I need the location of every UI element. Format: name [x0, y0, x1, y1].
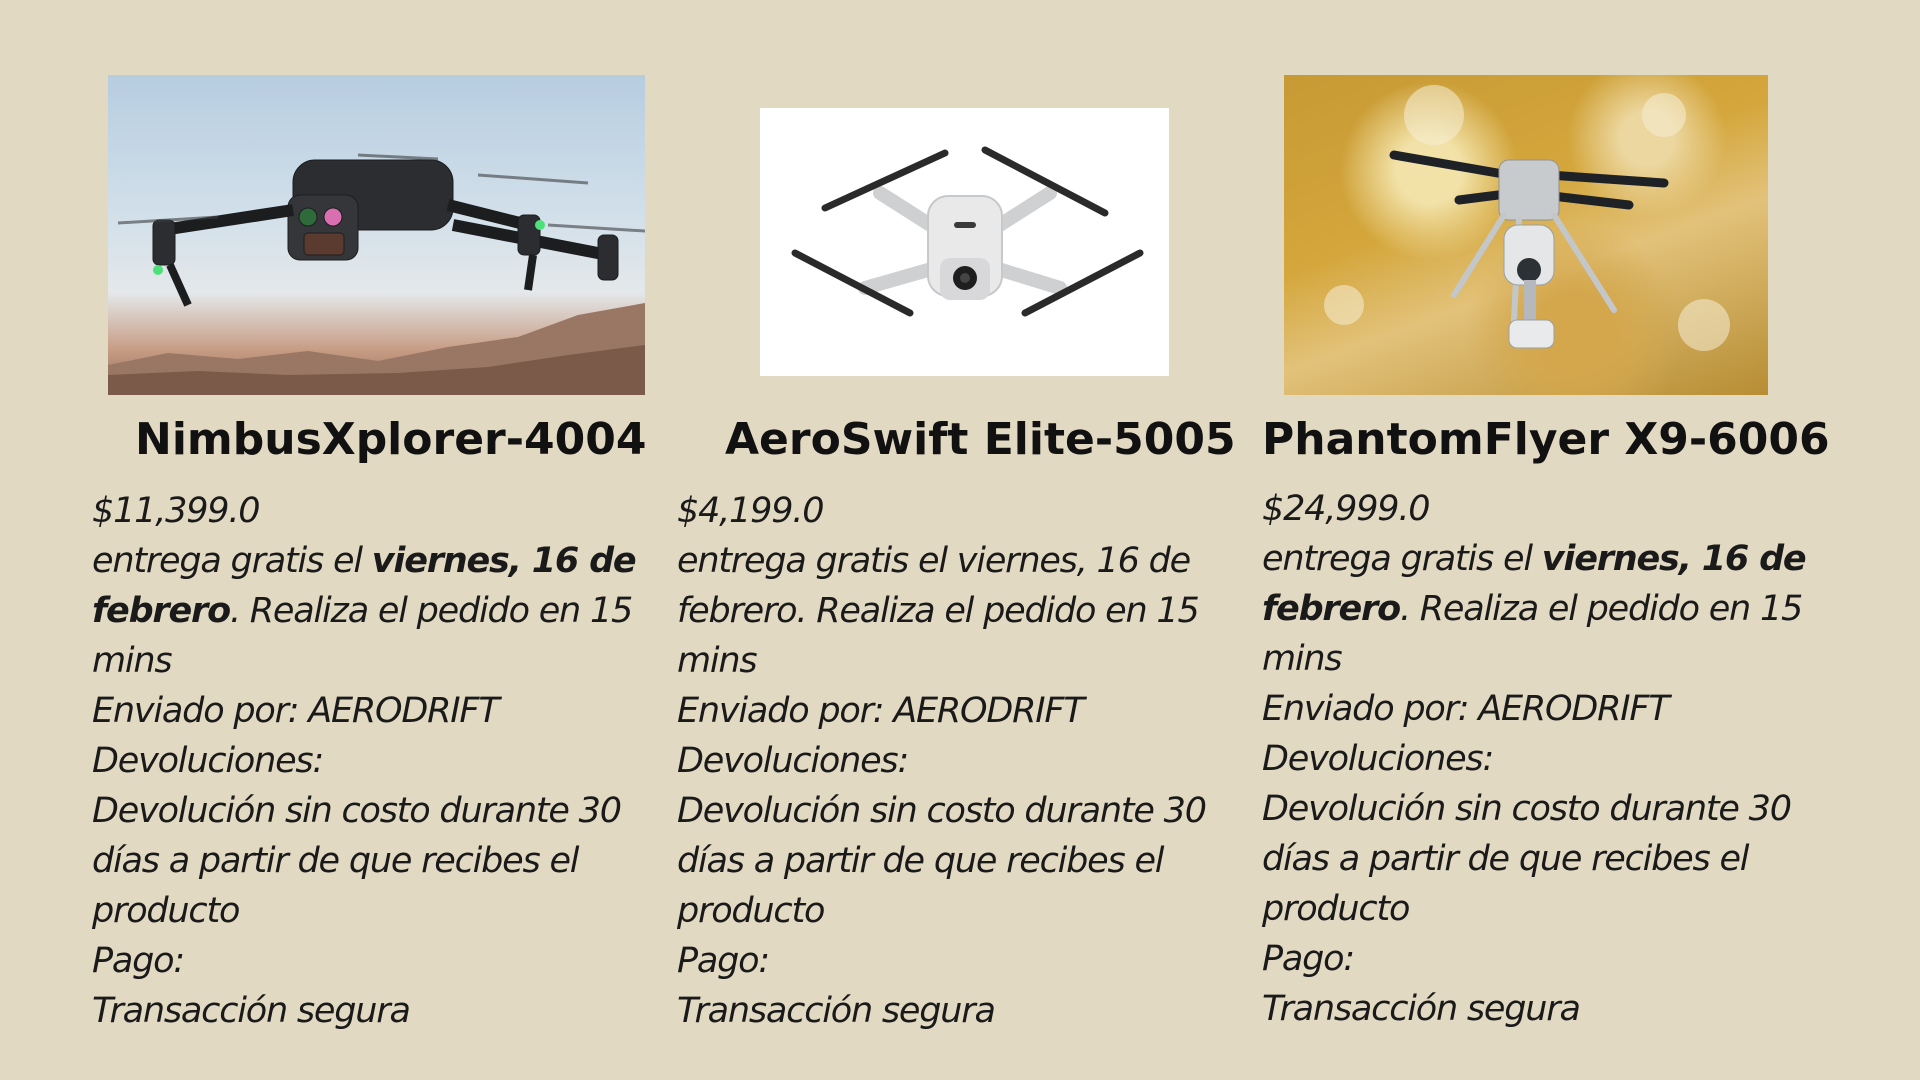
price: $11,399.0 — [92, 491, 261, 531]
price: $4,199.0 — [677, 491, 824, 531]
delivery-info: entrega gratis el viernes, 16 de febrero… — [92, 541, 637, 681]
shipped-by: Enviado por: AERODRIFT — [1262, 689, 1670, 729]
returns-text: Devolución sin costo durante 30 días a p… — [92, 791, 622, 931]
payment-label: Pago: — [1262, 939, 1355, 979]
drone-photo[interactable] — [1284, 75, 1768, 395]
product-title[interactable]: AeroSwift Elite-5005 — [725, 412, 1236, 468]
payment-text: Transacción segura — [677, 991, 996, 1031]
payment-label: Pago: — [677, 941, 770, 981]
payment-text: Transacción segura — [92, 991, 411, 1031]
drone-photo[interactable] — [108, 75, 645, 395]
returns-text: Devolución sin costo durante 30 días a p… — [1262, 789, 1792, 929]
product-title[interactable]: NimbusXplorer-4004 — [135, 412, 646, 468]
returns-label: Devoluciones: — [677, 741, 909, 781]
product-details: $4,199.0 entrega gratis el viernes, 16 d… — [677, 486, 1237, 1036]
payment-text: Transacción segura — [1262, 989, 1581, 1029]
delivery-info: entrega gratis el viernes, 16 de febrero… — [1262, 539, 1807, 679]
drone-icon — [1324, 85, 1730, 351]
shipped-by: Enviado por: AERODRIFT — [677, 691, 1085, 731]
product-title[interactable]: PhantomFlyer X9-6006 — [1262, 412, 1830, 468]
price: $24,999.0 — [1262, 489, 1431, 529]
delivery-info: entrega gratis el viernes, 16 de febrero… — [677, 541, 1200, 681]
shipped-by: Enviado por: AERODRIFT — [92, 691, 500, 731]
returns-label: Devoluciones: — [92, 741, 324, 781]
product-details: $11,399.0 entrega gratis el viernes, 16 … — [92, 486, 652, 1036]
returns-text: Devolución sin costo durante 30 días a p… — [677, 791, 1207, 931]
returns-label: Devoluciones: — [1262, 739, 1494, 779]
product-details: $24,999.0 entrega gratis el viernes, 16 … — [1262, 484, 1822, 1034]
drone-photo[interactable] — [760, 108, 1169, 376]
drone-icon — [108, 153, 645, 395]
payment-label: Pago: — [92, 941, 185, 981]
drone-icon — [791, 146, 1144, 317]
